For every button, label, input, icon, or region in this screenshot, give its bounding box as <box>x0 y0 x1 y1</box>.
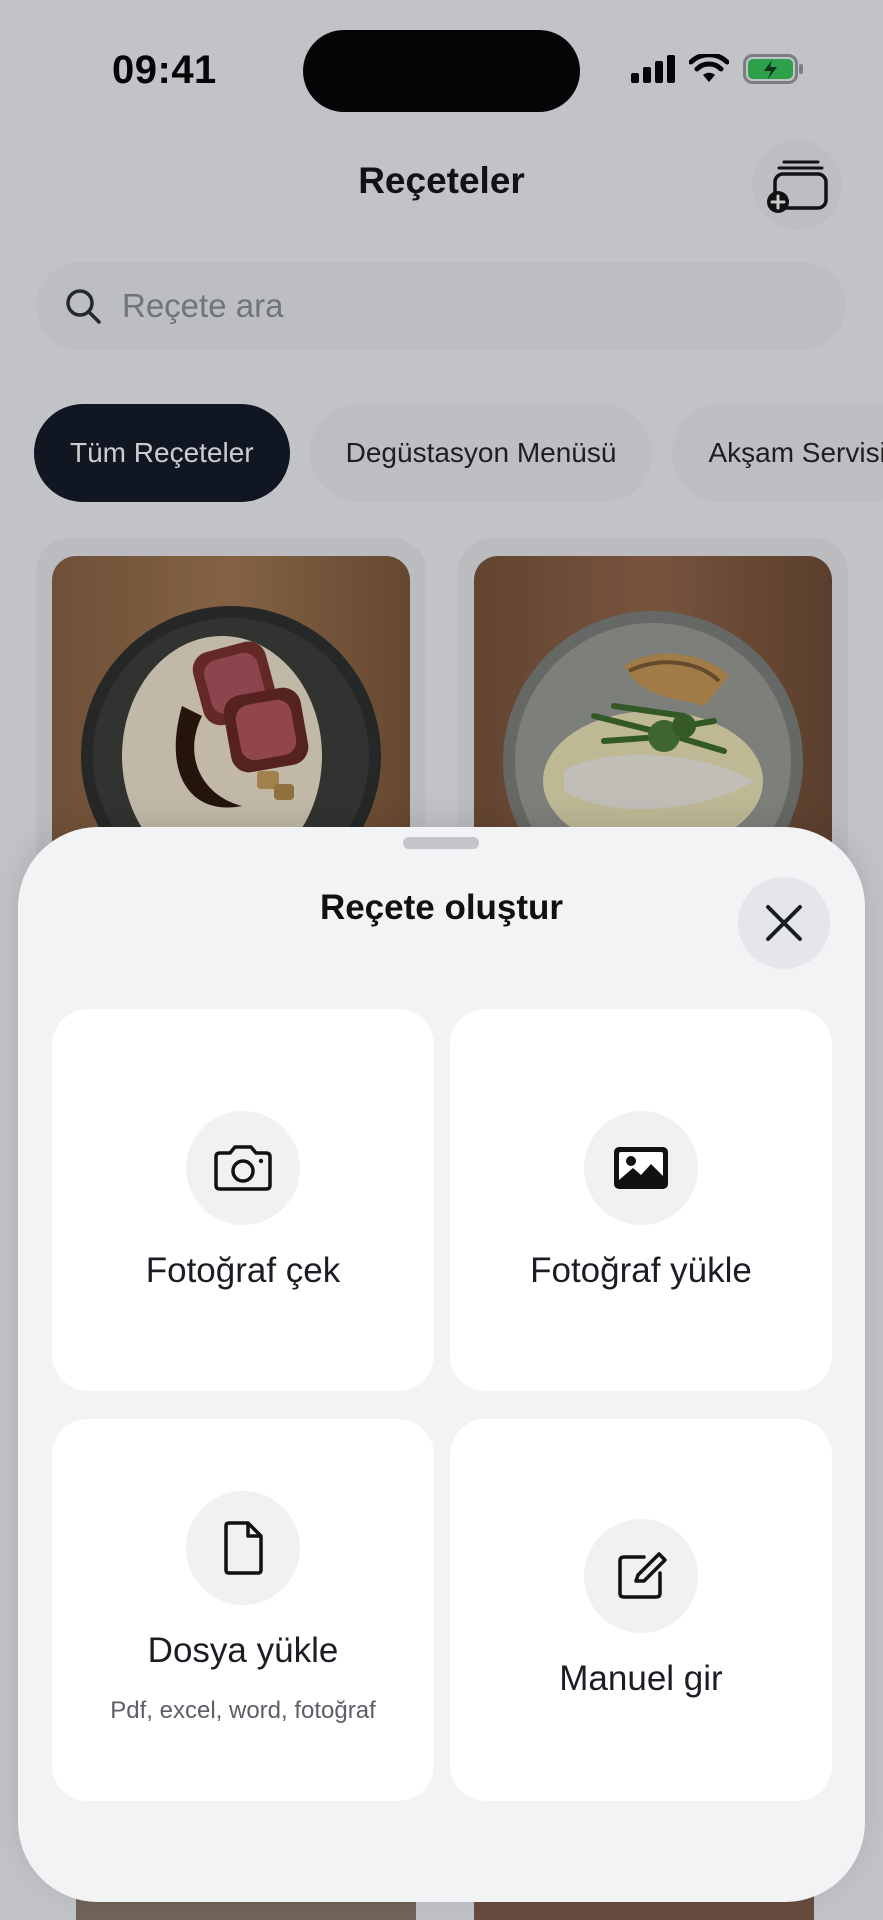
file-icon <box>224 1521 263 1575</box>
take-photo-option[interactable]: Fotoğraf çek <box>52 1009 434 1391</box>
camera-icon <box>214 1145 272 1191</box>
manual-entry-option[interactable]: Manuel gir <box>450 1419 832 1801</box>
file-icon-wrap <box>186 1491 300 1605</box>
upload-photo-option[interactable]: Fotoğraf yükle <box>450 1009 832 1391</box>
manual-entry-label: Manuel gir <box>559 1659 723 1698</box>
create-recipe-sheet: Reçete oluştur Fotoğraf çek Fotoğraf yük <box>18 827 865 1902</box>
upload-file-formats: Pdf, excel, word, fotoğraf <box>110 1697 376 1724</box>
edit-icon <box>618 1552 667 1599</box>
upload-file-option[interactable]: Dosya yükle Pdf, excel, word, fotoğraf <box>52 1419 434 1801</box>
close-icon <box>766 905 802 941</box>
sheet-grabber[interactable] <box>403 837 479 849</box>
upload-photo-label: Fotoğraf yükle <box>530 1251 752 1290</box>
image-icon-wrap <box>584 1111 698 1225</box>
upload-file-label: Dosya yükle <box>147 1631 339 1670</box>
image-icon <box>614 1147 668 1189</box>
edit-icon-wrap <box>584 1519 698 1633</box>
close-button[interactable] <box>738 877 830 969</box>
camera-icon-wrap <box>186 1111 300 1225</box>
take-photo-label: Fotoğraf çek <box>145 1251 341 1290</box>
